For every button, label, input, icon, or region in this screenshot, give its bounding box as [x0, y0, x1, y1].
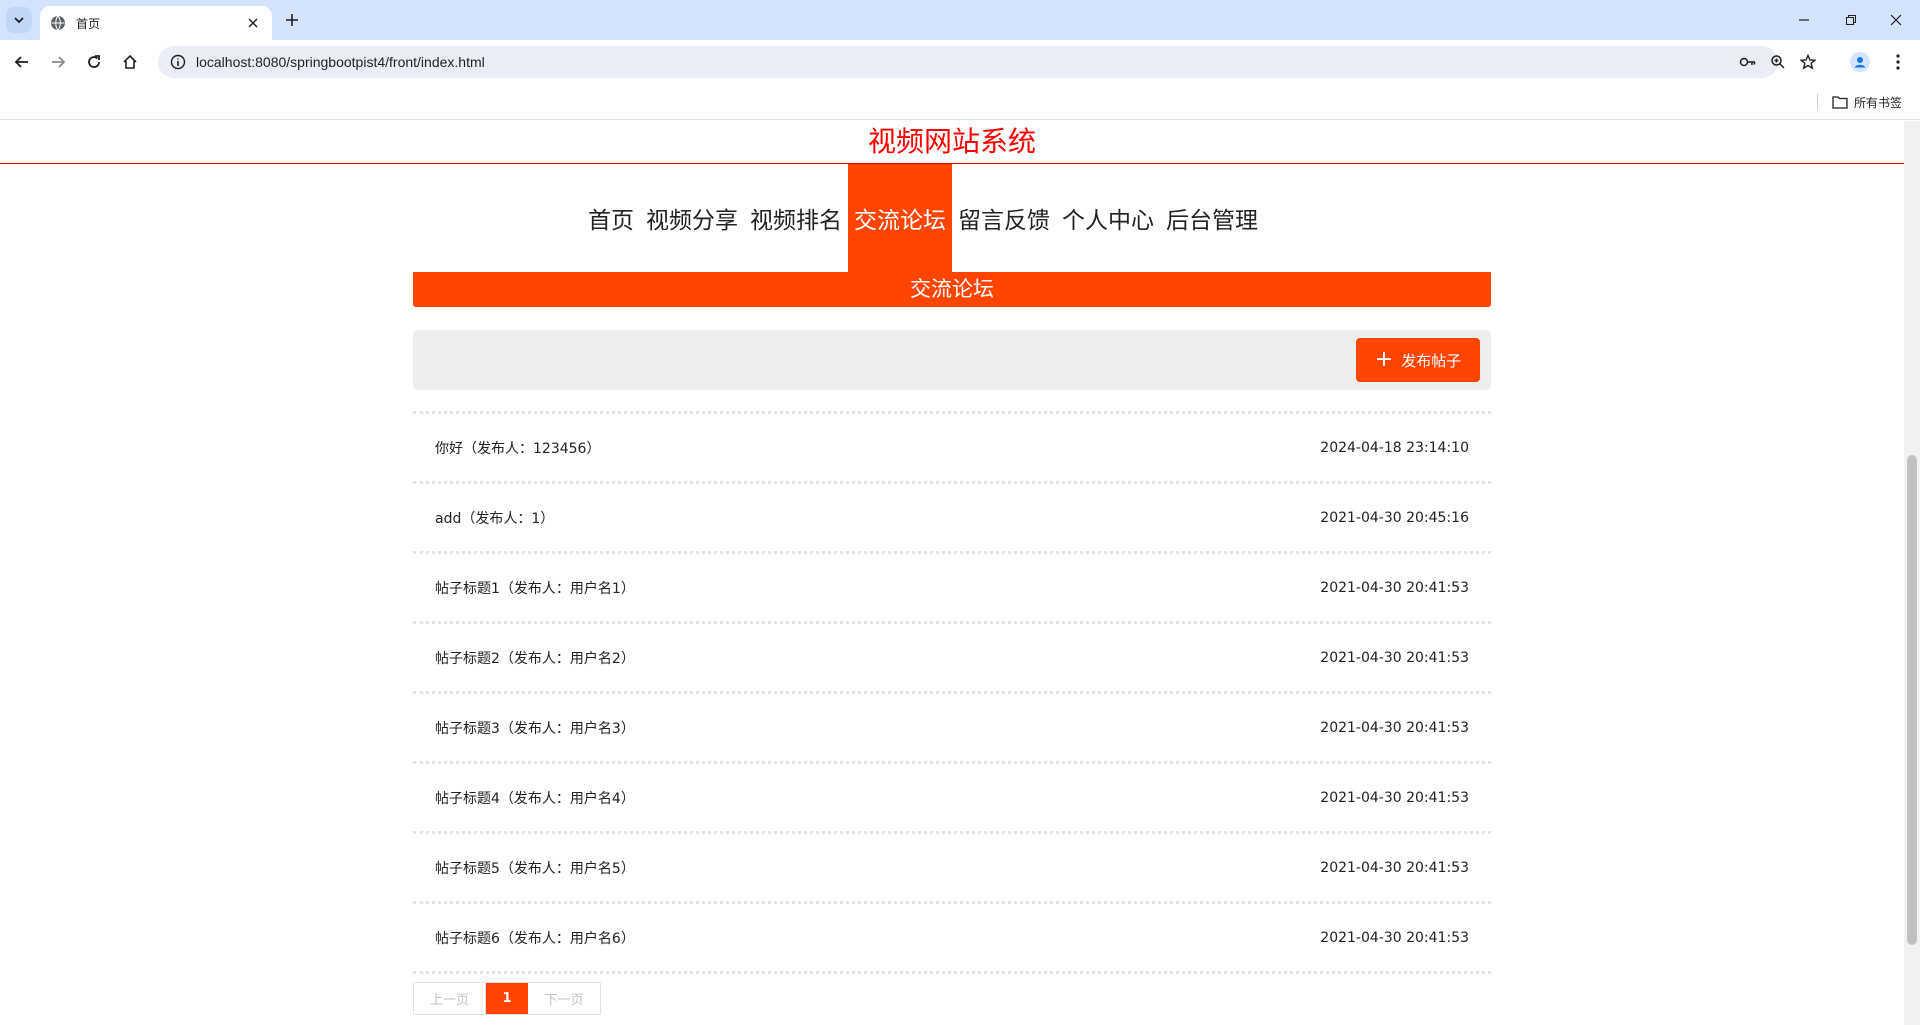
main-nav: 首页 视频分享 视频排名 交流论坛 留言反馈 个人中心 后台管理 — [582, 164, 1264, 272]
page-scrollbar[interactable] — [1904, 121, 1920, 1025]
minimize-button[interactable] — [1780, 0, 1828, 40]
browser-tab[interactable]: 首页 — [40, 6, 272, 40]
new-tab-button[interactable] — [280, 8, 304, 32]
post-title: 帖子标题6（发布人：用户名6） — [435, 930, 635, 947]
post-row[interactable]: 帖子标题2（发布人：用户名2） 2021-04-30 20:41:53 — [413, 621, 1491, 691]
plus-icon — [286, 14, 298, 26]
chevron-down-icon — [14, 17, 24, 24]
folder-icon — [1832, 96, 1848, 109]
minimize-icon — [1799, 19, 1809, 21]
zoom-icon[interactable] — [1764, 48, 1792, 76]
post-row[interactable]: 帖子标题4（发布人：用户名4） 2021-04-30 20:41:53 — [413, 761, 1491, 831]
home-icon — [123, 54, 137, 69]
post-time: 2024-04-18 23:14:10 — [1320, 439, 1469, 456]
next-page-button[interactable]: 下一页 — [528, 983, 600, 1014]
post-title: add（发布人：1） — [435, 510, 555, 527]
post-time: 2021-04-30 20:41:53 — [1320, 719, 1469, 736]
post-title: 帖子标题2（发布人：用户名2） — [435, 650, 635, 667]
globe-icon — [50, 15, 66, 31]
post-row[interactable]: add（发布人：1） 2021-04-30 20:45:16 — [413, 481, 1491, 551]
post-time: 2021-04-30 20:41:53 — [1320, 789, 1469, 806]
bookmark-star-icon[interactable] — [1794, 48, 1822, 76]
post-row[interactable]: 帖子标题5（发布人：用户名5） 2021-04-30 20:41:53 — [413, 831, 1491, 901]
post-title: 帖子标题3（发布人：用户名3） — [435, 720, 635, 737]
close-tab-icon[interactable] — [244, 14, 262, 32]
bookmarks-separator — [1817, 94, 1818, 110]
publish-post-label: 发布帖子 — [1401, 351, 1462, 370]
address-bar[interactable]: localhost:8080/springbootpist4/front/ind… — [158, 46, 1816, 78]
reload-icon — [88, 55, 100, 68]
password-key-icon[interactable] — [1734, 48, 1762, 76]
back-button[interactable] — [8, 48, 36, 76]
post-title: 帖子标题1（发布人：用户名1） — [435, 580, 635, 597]
nav-item-video-rank[interactable]: 视频排名 — [744, 164, 848, 272]
prev-page-button[interactable]: 上一页 — [414, 983, 486, 1014]
nav-item-profile[interactable]: 个人中心 — [1056, 164, 1160, 272]
nav-item-admin[interactable]: 后台管理 — [1160, 164, 1264, 272]
pagination: 上一页 1 下一页 — [413, 982, 601, 1015]
browser-tabstrip: 首页 — [0, 0, 1920, 40]
tab-search-button[interactable] — [6, 7, 32, 33]
post-row[interactable]: 帖子标题3（发布人：用户名3） 2021-04-30 20:41:53 — [413, 691, 1491, 761]
forum-action-bar: + 发布帖子 — [413, 330, 1491, 390]
page-viewport: 视频网站系统 首页 视频分享 视频排名 交流论坛 留言反馈 个人中心 后台管理 … — [0, 121, 1920, 1025]
post-time: 2021-04-30 20:41:53 — [1320, 929, 1469, 946]
nav-item-forum[interactable]: 交流论坛 — [848, 164, 952, 272]
arrow-right-icon — [52, 56, 66, 68]
post-time: 2021-04-30 20:41:53 — [1320, 649, 1469, 666]
plus-icon: + — [1374, 347, 1394, 372]
restore-button[interactable] — [1827, 0, 1875, 40]
post-list: 你好（发布人：123456） 2024-04-18 23:14:10 add（发… — [413, 411, 1491, 974]
url-text: localhost:8080/springbootpist4/front/ind… — [196, 54, 485, 70]
post-title: 帖子标题5（发布人：用户名5） — [435, 860, 635, 877]
close-window-button[interactable] — [1872, 0, 1920, 40]
post-time: 2021-04-30 20:41:53 — [1320, 859, 1469, 876]
forward-button[interactable] — [44, 48, 72, 76]
current-page-button[interactable]: 1 — [486, 983, 528, 1014]
browser-toolbar: localhost:8080/springbootpist4/front/ind… — [0, 40, 1920, 84]
post-row[interactable]: 帖子标题1（发布人：用户名1） 2021-04-30 20:41:53 — [413, 551, 1491, 621]
nav-item-home[interactable]: 首页 — [582, 164, 640, 272]
all-bookmarks-button[interactable]: 所有书签 — [1832, 92, 1902, 112]
tab-title: 首页 — [76, 16, 101, 31]
scrollbar-thumb[interactable] — [1907, 455, 1917, 945]
nav-item-video-share[interactable]: 视频分享 — [640, 164, 744, 272]
site-title: 视频网站系统 — [867, 125, 1036, 158]
profile-avatar-icon[interactable] — [1846, 48, 1874, 76]
nav-item-feedback[interactable]: 留言反馈 — [952, 164, 1056, 272]
section-banner: 交流论坛 — [413, 272, 1491, 307]
list-end-divider — [413, 971, 1491, 974]
post-title: 你好（发布人：123456） — [435, 440, 601, 457]
bookmarks-bar: 所有书签 — [0, 84, 1920, 120]
post-row[interactable]: 帖子标题6（发布人：用户名6） 2021-04-30 20:41:53 — [413, 901, 1491, 971]
site-info-icon — [170, 54, 186, 70]
home-button[interactable] — [116, 48, 144, 76]
arrow-left-icon — [14, 56, 28, 68]
menu-kebab-icon[interactable] — [1884, 48, 1912, 76]
close-icon — [1890, 14, 1902, 26]
reload-button[interactable] — [80, 48, 108, 76]
publish-post-button[interactable]: + 发布帖子 — [1356, 338, 1480, 382]
post-title: 帖子标题4（发布人：用户名4） — [435, 790, 635, 807]
restore-icon — [1846, 15, 1856, 25]
all-bookmarks-label: 所有书签 — [1854, 95, 1903, 110]
post-row[interactable]: 你好（发布人：123456） 2024-04-18 23:14:10 — [413, 411, 1491, 481]
post-time: 2021-04-30 20:41:53 — [1320, 579, 1469, 596]
post-time: 2021-04-30 20:45:16 — [1320, 509, 1469, 526]
